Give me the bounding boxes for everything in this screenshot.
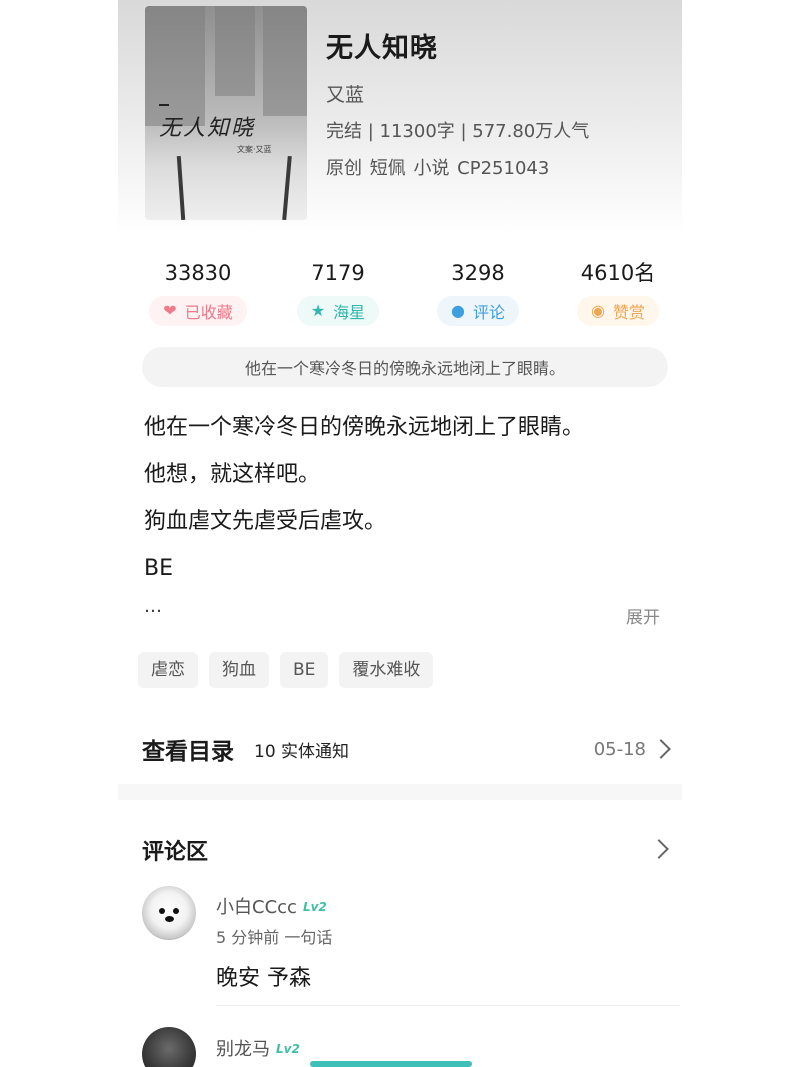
avatar[interactable] [142, 1027, 196, 1067]
cover-building [215, 6, 255, 96]
comment-icon: ● [451, 301, 465, 320]
avatar-eye [173, 908, 179, 914]
stats-row: 33830 ❤ 已收藏 7179 ★ 海星 3298 ● 评论 4610名 ◉ [138, 258, 678, 328]
avatar-nose [165, 916, 174, 922]
book-author[interactable]: 又蓝 [326, 80, 364, 107]
avatar[interactable] [142, 886, 196, 940]
book-description: 他在一个寒冷冬日的傍晚永远地闭上了眼睛。 他想，就这样吧。 狗血虐文先虐受后虐攻… [144, 410, 674, 598]
tag-chip[interactable]: BE [280, 652, 329, 688]
heart-icon: ❤ [163, 301, 177, 320]
tag-chip[interactable]: 狗血 [209, 652, 269, 688]
description-line: 他想，就这样吧。 [144, 462, 321, 487]
book-cover[interactable]: 无人知晓 文案·又蓝 [145, 6, 307, 220]
stat-label: 赞赏 [612, 303, 645, 322]
catalog-date: 05-18 [593, 738, 646, 760]
tree-trunk-icon [176, 155, 186, 220]
tree-trunk-icon [282, 155, 292, 220]
level-badge: Lv2 [276, 1042, 300, 1056]
reward-button[interactable]: ◉ 赞赏 [577, 296, 659, 326]
cover-building [145, 6, 205, 126]
stat-value: 33830 [164, 261, 232, 285]
stat-label: 已收藏 [184, 303, 233, 322]
description-line: 他在一个寒冷冬日的傍晚永远地闭上了眼睛。 [144, 415, 585, 440]
tag-chip[interactable]: 覆水难收 [339, 652, 434, 688]
book-detail-page: 无人知晓 文案·又蓝 无人知晓 又蓝 完结 | 11300字 | 577.80万… [0, 0, 800, 1067]
cover-title-art: 无人知晓 [159, 116, 256, 141]
favorite-button[interactable]: ❤ 已收藏 [149, 296, 247, 326]
cover-bar [159, 104, 169, 106]
comment-text: 晚安 予森 [216, 966, 311, 991]
book-tags-line: 原创 短佩 小说 CP251043 [326, 158, 550, 179]
catalog-subtitle: 10 实体通知 [254, 741, 350, 762]
starfish-button[interactable]: ★ 海星 [296, 296, 380, 326]
comment-meta: 5 分钟前 一句话 [216, 928, 333, 947]
coin-icon: ◉ [591, 301, 605, 320]
description-ellipsis: … [144, 596, 162, 617]
stat-value: 4610名 [580, 261, 656, 285]
stat-label: 海星 [333, 303, 366, 322]
chevron-right-icon [651, 739, 671, 759]
description-line: BE [144, 556, 173, 581]
chevron-right-icon[interactable] [649, 839, 669, 859]
section-divider [118, 784, 682, 800]
stat-starfish[interactable]: 7179 ★ 海星 [278, 258, 398, 328]
stat-value: 7179 [311, 261, 365, 285]
comment-username[interactable]: 小白CCcc Lv2 [216, 893, 327, 919]
description-line: 狗血虐文先虐受后虐攻。 [144, 509, 387, 534]
bottom-accent-bar [310, 1061, 472, 1067]
summary-bar: 他在一个寒冷冬日的傍晚永远地闭上了眼睛。 [142, 347, 668, 387]
username-text: 小白CCcc [216, 897, 297, 918]
cover-building [263, 6, 307, 116]
catalog-row[interactable]: 查看目录 10 实体通知 05-18 [142, 727, 672, 771]
stat-favorites[interactable]: 33830 ❤ 已收藏 [138, 258, 258, 328]
right-margin [682, 0, 800, 1067]
cover-author-art: 文案·又蓝 [237, 145, 272, 154]
stat-label: 评论 [472, 303, 505, 322]
comment-username[interactable]: 别龙马 Lv2 [216, 1035, 300, 1061]
left-margin [0, 0, 118, 1067]
level-badge: Lv2 [302, 900, 327, 914]
catalog-title: 查看目录 [142, 739, 234, 765]
star-icon: ★ [310, 301, 326, 320]
book-title: 无人知晓 [326, 33, 438, 64]
comments-title[interactable]: 评论区 [142, 834, 208, 866]
stat-comments[interactable]: 3298 ● 评论 [418, 258, 538, 328]
book-meta: 完结 | 11300字 | 577.80万人气 [326, 121, 590, 142]
comment-divider [216, 1005, 680, 1006]
tag-row: 虐恋 狗血 BE 覆水难收 [138, 652, 434, 688]
stat-value: 3298 [451, 261, 505, 285]
username-text: 别龙马 [216, 1039, 270, 1060]
tag-chip[interactable]: 虐恋 [138, 652, 198, 688]
avatar-eye [159, 908, 165, 914]
expand-button[interactable]: 展开 [626, 603, 660, 628]
stat-reward[interactable]: 4610名 ◉ 赞赏 [558, 258, 678, 328]
comment-button[interactable]: ● 评论 [437, 296, 519, 326]
